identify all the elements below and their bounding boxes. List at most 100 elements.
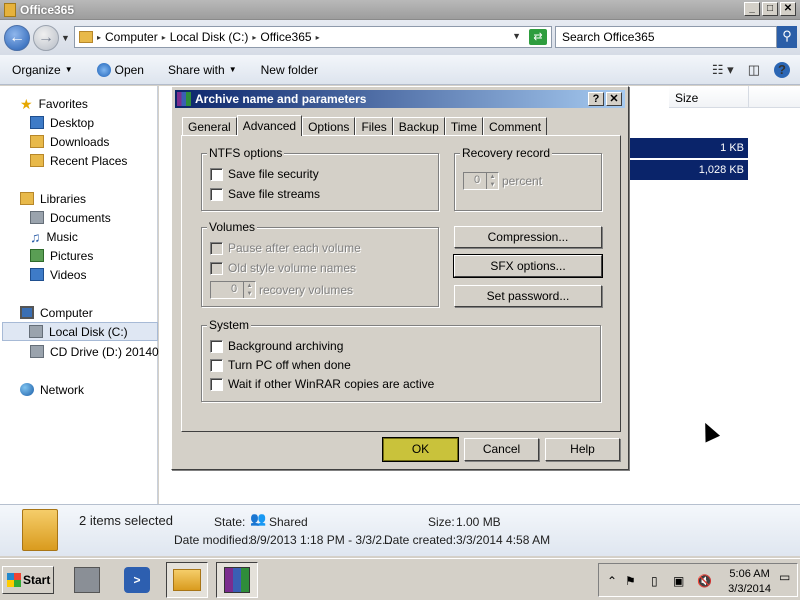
nav-cd-drive[interactable]: CD Drive (D:) 201403 [30,342,165,361]
recovery-volumes-input[interactable]: 0 ▲ ▼ [210,281,256,299]
star-icon: ★ [20,95,33,112]
dialog-close-button[interactable]: ✕ [606,92,622,106]
spinner-arrows-icon[interactable]: ▲ ▼ [243,282,255,298]
search-input[interactable]: Search Office365 [555,26,777,48]
chevron-right-icon[interactable]: ▸ [97,33,101,42]
taskbar-explorer[interactable] [166,562,208,598]
hard-drive-icon [29,325,43,338]
open-button[interactable]: Open [96,62,144,77]
battery-icon[interactable]: ▯ [651,574,658,588]
tab-files[interactable]: Files [355,117,393,135]
save-file-security-checkbox[interactable]: Save file security [210,167,319,181]
start-button[interactable]: Start [2,566,54,594]
view-options-icon[interactable]: ☷ ▾ [712,62,734,78]
maximize-button[interactable]: □ [762,2,778,16]
address-bar[interactable]: ▸ Computer ▸ Local Disk (C:) ▸ Office365… [74,26,552,48]
tab-time[interactable]: Time [444,117,484,135]
turn-pc-off-checkbox[interactable]: Turn PC off when done [210,358,351,372]
server-manager-icon [74,567,100,593]
new-folder-button[interactable]: New folder [261,63,318,77]
nav-videos[interactable]: Videos [30,265,86,284]
tab-backup[interactable]: Backup [392,117,445,135]
file-row-size[interactable]: 1,028 KB [629,160,748,180]
taskbar-powershell[interactable]: > [116,562,158,598]
column-header-size[interactable]: Size [669,86,749,108]
taskbar-server-manager[interactable] [66,562,108,598]
preview-pane-icon[interactable]: ◫ [748,62,760,78]
address-dropdown[interactable]: ▼ [512,31,521,41]
set-password-button[interactable]: Set password... [454,285,602,307]
command-bar: Organize ▼ Open Share with ▼ New folder ☷ … [0,55,800,85]
state-value: Shared [269,515,308,529]
file-row-size[interactable]: 1 KB [629,138,748,158]
nav-downloads[interactable]: Downloads [30,132,109,151]
recovery-volumes-unit: recovery volumes [259,283,354,297]
help-icon[interactable]: ? [774,62,790,78]
shared-icon: 👥 [250,511,267,526]
nav-pictures[interactable]: Pictures [30,246,93,265]
clock[interactable]: 5:06 AM 3/3/2014 [728,567,771,597]
show-desktop-icon[interactable]: ▭ [779,570,790,584]
cancel-button[interactable]: Cancel [464,438,539,461]
ok-button[interactable]: OK [382,437,459,462]
breadcrumb-office365[interactable]: Office365 [260,30,311,44]
nav-recent-places[interactable]: Recent Places [30,151,127,170]
back-button[interactable]: ← [4,25,30,51]
nav-libraries[interactable]: Libraries [20,189,86,208]
system-tray: ⌃ ⚑ ▯ ▣ 🔇 5:06 AM 3/3/2014 ▭ [598,563,798,597]
wait-winrar-copies-checkbox[interactable]: Wait if other WinRAR copies are active [210,377,434,391]
clock-time: 5:06 AM [729,568,770,580]
nav-music[interactable]: ♫ Music [30,227,78,246]
nav-computer[interactable]: Computer [20,303,93,322]
turn-pc-off-label: Turn PC off when done [228,358,351,372]
nav-local-disk[interactable]: Local Disk (C:) [2,322,158,341]
show-hidden-icons-icon[interactable]: ⌃ [607,574,617,588]
nav-desktop[interactable]: Desktop [30,113,94,132]
tab-advanced[interactable]: Advanced [236,115,303,136]
chevron-right-icon[interactable]: ▸ [162,33,166,42]
advanced-tab-panel: NTFS options Save file security Save fil… [181,135,621,432]
minimize-button[interactable]: _ [744,2,760,16]
nav-videos-label: Videos [50,267,87,282]
folder-icon [79,31,93,43]
tab-general[interactable]: General [182,117,237,135]
nav-documents[interactable]: Documents [30,208,111,227]
spinner-arrows-icon[interactable]: ▲ ▼ [486,173,498,189]
start-label: Start [23,573,51,587]
chevron-right-icon[interactable]: ▸ [316,33,320,42]
breadcrumb-computer[interactable]: Computer [105,30,158,44]
dialog-help-button[interactable]: ? [588,92,604,106]
recovery-percent-input[interactable]: 0 ▲ ▼ [463,172,499,190]
taskbar-winrar[interactable] [216,562,258,598]
recovery-volumes-spinner[interactable]: 0 ▲ ▼ recovery volumes [210,281,353,299]
pause-after-volume-checkbox[interactable]: Pause after each volume [210,241,361,255]
breadcrumb-local-disk[interactable]: Local Disk (C:) [170,30,249,44]
pictures-icon [30,249,44,262]
help-button[interactable]: Help [545,438,620,461]
network-tray-icon[interactable]: ▣ [673,574,684,588]
close-button[interactable]: ✕ [780,2,796,16]
action-center-flag-icon[interactable]: ⚑ [625,574,636,588]
volume-muted-icon[interactable]: 🔇 [697,574,712,588]
recovery-percent-spinner[interactable]: 0 ▲ ▼ percent [463,172,542,190]
organize-label: Organize [12,62,61,77]
clock-date: 3/3/2014 [728,583,771,595]
compression-button[interactable]: Compression... [454,226,602,248]
save-file-streams-checkbox[interactable]: Save file streams [210,187,320,201]
old-style-volume-names-checkbox[interactable]: Old style volume names [210,261,356,275]
refresh-icon[interactable]: ⇄ [529,29,547,45]
organize-button[interactable]: Organize ▼ [12,63,73,77]
search-icon[interactable]: ⚲ [777,26,797,48]
window-title: Office365 [20,3,75,17]
tab-comment[interactable]: Comment [483,117,548,135]
nav-network[interactable]: Network [20,380,84,399]
nav-favorites[interactable]: ★ Favorites [20,94,88,113]
recent-pages-dropdown[interactable]: ▼ [61,33,70,43]
tab-options[interactable]: Options [302,117,356,135]
forward-button[interactable]: → [33,25,59,51]
background-archiving-checkbox[interactable]: Background archiving [210,339,343,353]
recent-places-icon [30,154,44,167]
sfx-options-button[interactable]: SFX options... [453,254,603,278]
share-with-button[interactable]: Share with ▼ [168,63,237,77]
chevron-right-icon[interactable]: ▸ [252,33,256,42]
